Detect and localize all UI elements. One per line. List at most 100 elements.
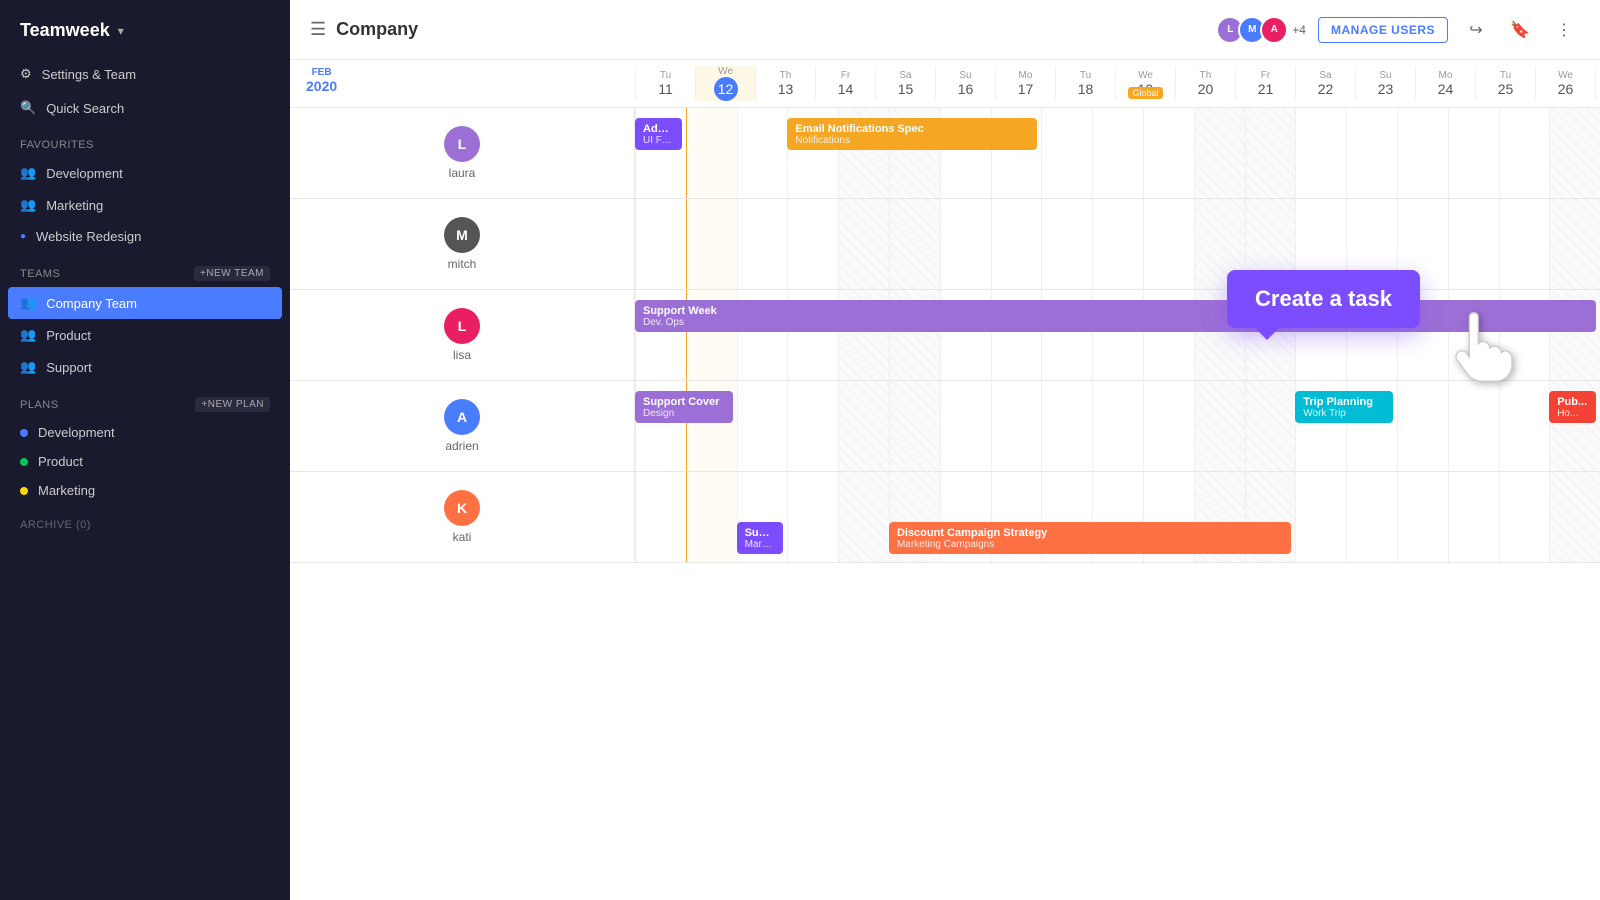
row-cell[interactable] <box>838 199 889 289</box>
row-cell[interactable] <box>838 381 889 471</box>
row-cell[interactable] <box>1448 108 1499 198</box>
row-cell[interactable] <box>635 108 686 198</box>
row-cell[interactable] <box>1143 199 1194 289</box>
row-cell[interactable] <box>1143 381 1194 471</box>
row-cell[interactable] <box>1448 381 1499 471</box>
row-cell[interactable] <box>635 381 686 471</box>
row-cell[interactable] <box>940 290 991 380</box>
row-cell[interactable] <box>1295 381 1346 471</box>
row-cell[interactable] <box>991 472 1042 562</box>
row-cell[interactable] <box>1499 381 1550 471</box>
row-cell[interactable] <box>737 290 788 380</box>
row-cell[interactable] <box>1499 108 1550 198</box>
row-cell[interactable] <box>1397 472 1448 562</box>
row-cell[interactable] <box>889 472 940 562</box>
row-cell[interactable] <box>787 381 838 471</box>
row-cell[interactable] <box>1295 472 1346 562</box>
row-cell[interactable] <box>737 472 788 562</box>
row-cell[interactable] <box>686 199 737 289</box>
row-cell[interactable] <box>889 108 940 198</box>
row-cell[interactable] <box>838 472 889 562</box>
row-cell[interactable] <box>991 381 1042 471</box>
row-cell[interactable] <box>1448 199 1499 289</box>
row-cell[interactable] <box>838 108 889 198</box>
row-cell[interactable] <box>889 381 940 471</box>
manage-users-button[interactable]: MANAGE USERS <box>1318 17 1448 43</box>
sidebar-item-marketing-fav[interactable]: 👥 Marketing <box>0 189 290 221</box>
menu-icon[interactable]: ☰ <box>310 19 326 40</box>
row-cell[interactable] <box>737 199 788 289</box>
row-cell[interactable] <box>635 472 686 562</box>
logo-dropdown-icon[interactable]: ▾ <box>118 24 124 38</box>
row-cell[interactable] <box>1397 108 1448 198</box>
row-cell[interactable] <box>940 381 991 471</box>
row-cell[interactable] <box>1549 472 1600 562</box>
row-cell[interactable] <box>1448 290 1499 380</box>
row-cell[interactable] <box>1143 472 1194 562</box>
sidebar-item-development-plan[interactable]: Development <box>0 418 290 447</box>
row-cell[interactable] <box>1295 108 1346 198</box>
sidebar-item-product-plan[interactable]: Product <box>0 447 290 476</box>
sidebar-item-product-team[interactable]: 👥 Product <box>0 319 290 351</box>
row-cell[interactable] <box>1549 290 1600 380</box>
row-cell[interactable] <box>1092 290 1143 380</box>
row-cell[interactable] <box>1143 108 1194 198</box>
row-cell[interactable] <box>1143 290 1194 380</box>
row-cell[interactable] <box>1346 108 1397 198</box>
row-cell[interactable] <box>1549 381 1600 471</box>
row-cell[interactable] <box>991 108 1042 198</box>
row-cell[interactable] <box>1194 108 1245 198</box>
row-cell[interactable] <box>787 199 838 289</box>
share-icon[interactable]: ↪ <box>1460 14 1492 46</box>
new-team-button[interactable]: +New Team <box>194 266 270 281</box>
create-task-tooltip[interactable]: Create a task <box>1227 270 1420 328</box>
row-cell[interactable] <box>1448 472 1499 562</box>
row-cell[interactable] <box>787 290 838 380</box>
row-cell[interactable] <box>1092 381 1143 471</box>
row-cell[interactable] <box>787 108 838 198</box>
row-cell[interactable] <box>940 472 991 562</box>
row-cell[interactable] <box>1041 381 1092 471</box>
row-cell[interactable] <box>1092 472 1143 562</box>
new-plan-button[interactable]: +New Plan <box>195 397 270 412</box>
sidebar-item-development-fav[interactable]: 👥 Development <box>0 157 290 189</box>
row-cell[interactable] <box>1499 472 1550 562</box>
settings-nav-item[interactable]: ⚙ Settings & Team <box>0 57 290 91</box>
row-cell[interactable] <box>1092 108 1143 198</box>
row-cell[interactable] <box>889 290 940 380</box>
row-cell[interactable] <box>1549 199 1600 289</box>
row-cell[interactable] <box>686 108 737 198</box>
sidebar-item-company-team[interactable]: 👥 Company Team <box>8 287 282 319</box>
row-cell[interactable] <box>1041 290 1092 380</box>
row-cell[interactable] <box>991 290 1042 380</box>
row-cell[interactable] <box>1499 290 1550 380</box>
row-cell[interactable] <box>686 381 737 471</box>
row-cell[interactable] <box>1194 472 1245 562</box>
app-logo[interactable]: Teamweek <box>20 20 110 41</box>
row-cell[interactable] <box>1245 381 1296 471</box>
row-cell[interactable] <box>737 108 788 198</box>
row-cell[interactable] <box>635 290 686 380</box>
row-cell[interactable] <box>940 108 991 198</box>
sidebar-item-website-redesign-fav[interactable]: ● Website Redesign <box>0 221 290 252</box>
sidebar-item-support-team[interactable]: 👥 Support <box>0 351 290 383</box>
row-cell[interactable] <box>787 472 838 562</box>
row-cell[interactable] <box>1346 472 1397 562</box>
row-cell[interactable] <box>1397 381 1448 471</box>
row-cell[interactable] <box>1041 472 1092 562</box>
more-options-icon[interactable]: ⋮ <box>1548 14 1580 46</box>
row-cell[interactable] <box>635 199 686 289</box>
row-cell[interactable] <box>1092 199 1143 289</box>
row-cell[interactable] <box>1041 199 1092 289</box>
quick-search-nav-item[interactable]: 🔍 Quick Search <box>0 91 290 125</box>
row-cell[interactable] <box>1041 108 1092 198</box>
row-cell[interactable] <box>940 199 991 289</box>
row-cell[interactable] <box>1346 381 1397 471</box>
row-cell[interactable] <box>1194 381 1245 471</box>
row-cell[interactable] <box>1549 108 1600 198</box>
row-cell[interactable] <box>686 290 737 380</box>
row-cell[interactable] <box>686 472 737 562</box>
row-cell[interactable] <box>1245 108 1296 198</box>
bookmark-icon[interactable]: 🔖 <box>1504 14 1536 46</box>
row-cell[interactable] <box>991 199 1042 289</box>
